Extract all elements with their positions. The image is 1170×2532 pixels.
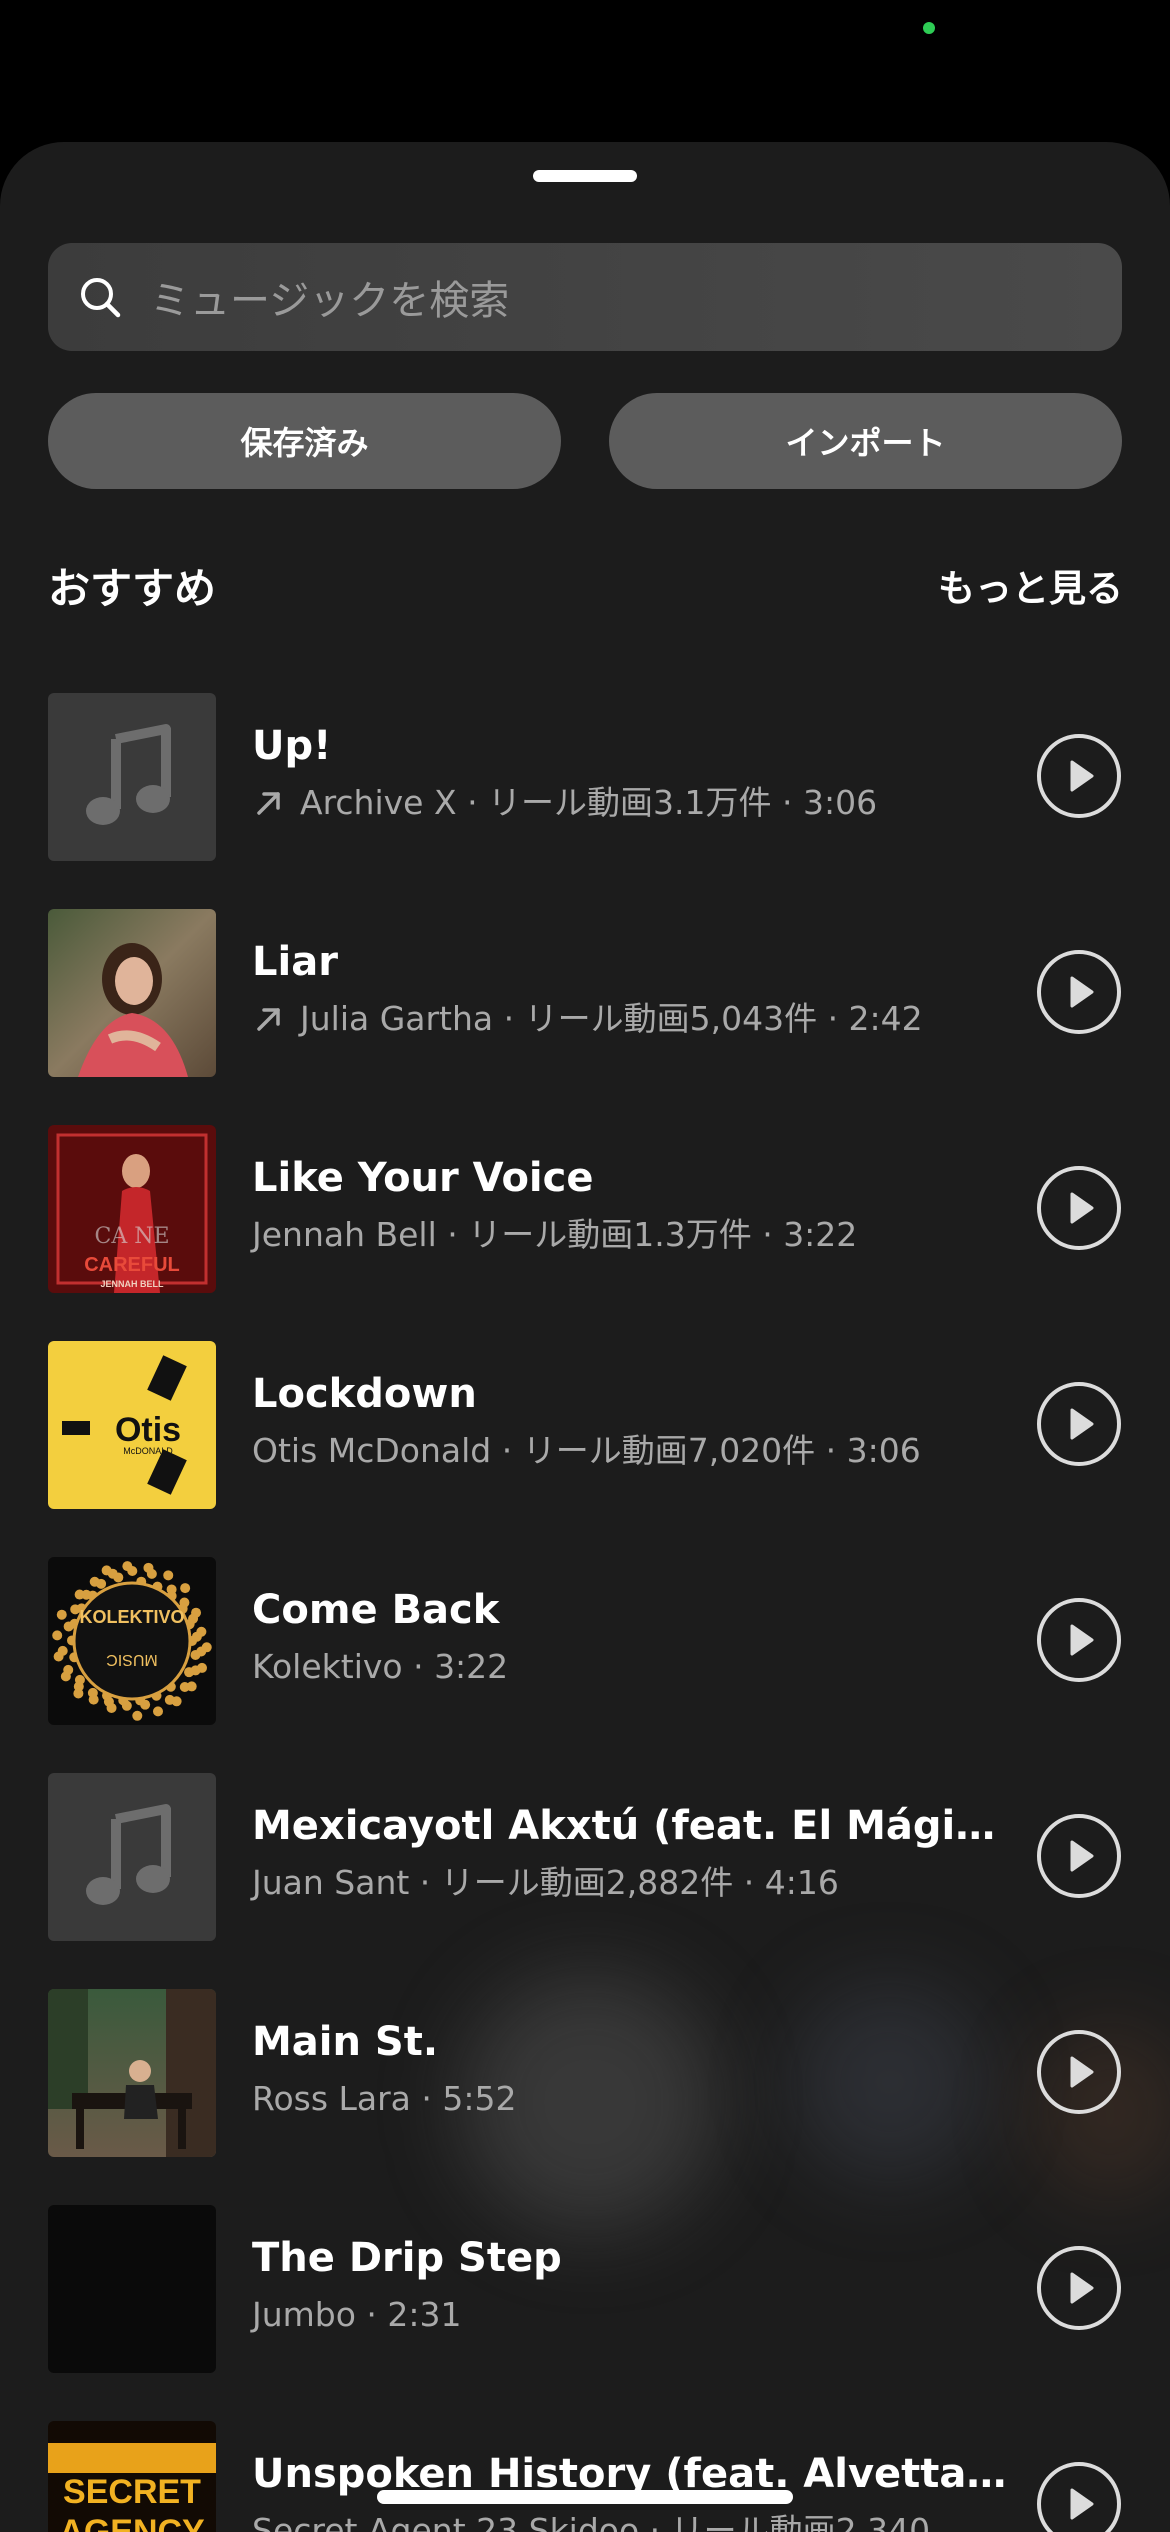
album-art: KOLEKTIVO MUSIC xyxy=(48,1557,216,1725)
album-art xyxy=(48,1989,216,2157)
track-meta-text: Secret Agent 23 Skidoo · リール動画2,340 xyxy=(252,2511,931,2532)
track-meta-text: Kolektivo · 3:22 xyxy=(252,1647,509,1686)
search-icon xyxy=(81,278,121,318)
album-art xyxy=(48,2205,216,2373)
home-indicator xyxy=(377,2490,793,2504)
track-row[interactable]: Liar Julia Gartha · リール動画5,043件 · 2:42 xyxy=(0,909,1170,1077)
search-input[interactable]: ミュージックを検索 xyxy=(48,243,1122,351)
play-preview-icon[interactable] xyxy=(1036,1165,1122,1251)
see-more-link[interactable]: もっと見る xyxy=(938,564,1123,614)
track-title: Come Back xyxy=(252,1587,500,1633)
play-preview-icon[interactable] xyxy=(1036,949,1122,1035)
svg-text:CA NE: CA NE xyxy=(94,1224,169,1249)
camera-indicator-dot xyxy=(923,22,935,34)
track-meta: Juan Sant · リール動画2,882件 · 4:16 xyxy=(252,1861,839,1905)
album-art: SECRET AGENCY xyxy=(48,2421,216,2532)
track-meta-text: Julia Gartha · リール動画5,043件 · 2:42 xyxy=(300,999,923,1038)
track-title: Mexicayotl Akxtú (feat. El Mágico)... xyxy=(252,1803,1012,1849)
svg-text:AGENCY: AGENCY xyxy=(59,2513,205,2532)
track-meta: Julia Gartha · リール動画5,043件 · 2:42 xyxy=(252,997,923,1041)
trending-arrow-icon xyxy=(257,1008,280,1031)
album-art-image: SECRET AGENCY xyxy=(48,2421,216,2532)
track-title: Like Your Voice xyxy=(252,1155,594,1201)
album-art-image: KOLEKTIVO MUSIC xyxy=(48,1557,216,1725)
sheet-grabber[interactable] xyxy=(533,170,637,182)
play-preview-icon[interactable] xyxy=(1036,1813,1122,1899)
play-preview-icon[interactable] xyxy=(1036,2461,1122,2532)
play-preview-icon[interactable] xyxy=(1036,733,1122,819)
track-meta-text: Archive X · リール動画3.1万件 · 3:06 xyxy=(300,783,878,822)
album-art-image xyxy=(48,1989,216,2157)
album-art: Otis McDONALD xyxy=(48,1341,216,1509)
album-art xyxy=(48,693,216,861)
svg-text:Otis: Otis xyxy=(115,1411,181,1449)
svg-text:MUSIC: MUSIC xyxy=(106,1651,158,1668)
album-art-image: CA NE CAREFUL JENNAH BELL xyxy=(48,1125,216,1293)
track-meta-text: Ross Lara · 5:52 xyxy=(252,2079,517,2118)
saved-button[interactable]: 保存済み xyxy=(48,393,561,489)
track-meta: Jumbo · 2:31 xyxy=(252,2293,462,2337)
svg-text:McDONALD: McDONALD xyxy=(123,1446,173,1456)
track-title: Lockdown xyxy=(252,1371,477,1417)
trending-arrow-icon xyxy=(257,792,280,815)
track-meta: Kolektivo · 3:22 xyxy=(252,1645,508,1689)
search-placeholder: ミュージックを検索 xyxy=(150,278,510,324)
track-title: Main St. xyxy=(252,2019,439,2065)
section-title: おすすめ xyxy=(48,564,217,613)
album-art-image xyxy=(48,2205,216,2373)
svg-text:SECRET: SECRET xyxy=(63,2473,201,2511)
play-preview-icon[interactable] xyxy=(1036,1597,1122,1683)
track-meta-text: Juan Sant · リール動画2,882件 · 4:16 xyxy=(252,1863,839,1902)
track-row[interactable]: Otis McDONALD Lockdown Otis McDonald · リール… xyxy=(0,1341,1170,1509)
track-row[interactable]: Mexicayotl Akxtú (feat. El Mágico)... Jua… xyxy=(0,1773,1170,1941)
album-art-image xyxy=(48,693,216,861)
album-art-image xyxy=(48,909,216,1077)
track-row[interactable]: Up! Archive X · リール動画3.1万件 · 3:06 xyxy=(0,693,1170,861)
track-title: The Drip Step xyxy=(252,2235,562,2281)
album-art-image xyxy=(48,1773,216,1941)
track-row[interactable]: Main St. Ross Lara · 5:52 xyxy=(0,1989,1170,2157)
track-row[interactable]: SECRET AGENCY Unspoken History (feat. Alv… xyxy=(0,2421,1170,2532)
album-art: CA NE CAREFUL JENNAH BELL xyxy=(48,1125,216,1293)
music-picker-sheet: ミュージックを検索 保存済み インポート おすすめ もっと見る Up! Arch… xyxy=(0,142,1170,2532)
track-meta: Ross Lara · 5:52 xyxy=(252,2077,516,2121)
svg-text:JENNAH BELL: JENNAH BELL xyxy=(100,1279,164,1289)
album-art xyxy=(48,909,216,1077)
svg-text:KOLEKTIVO: KOLEKTIVO xyxy=(79,1607,184,1627)
play-preview-icon[interactable] xyxy=(1036,1381,1122,1467)
track-meta: Archive X · リール動画3.1万件 · 3:06 xyxy=(252,781,877,825)
track-title: Up! xyxy=(252,723,332,769)
album-art xyxy=(48,1773,216,1941)
import-button[interactable]: インポート xyxy=(609,393,1122,489)
play-preview-icon[interactable] xyxy=(1036,2245,1122,2331)
svg-text:CAREFUL: CAREFUL xyxy=(84,1254,180,1276)
album-art-image: Otis McDONALD xyxy=(48,1341,216,1509)
track-row[interactable]: The Drip Step Jumbo · 2:31 xyxy=(0,2205,1170,2373)
track-meta-text: Jumbo · 2:31 xyxy=(252,2295,462,2334)
track-meta-text: Jennah Bell · リール動画1.3万件 · 3:22 xyxy=(252,1215,858,1254)
play-preview-icon[interactable] xyxy=(1036,2029,1122,2115)
track-row[interactable]: CA NE CAREFUL JENNAH BELL Like Your Voice… xyxy=(0,1125,1170,1293)
track-meta: Otis McDonald · リール動画7,020件 · 3:06 xyxy=(252,1429,921,1473)
track-title: Liar xyxy=(252,939,338,985)
track-row[interactable]: KOLEKTIVO MUSIC Come Back Kolektivo · 3:22 xyxy=(0,1557,1170,1725)
track-meta-text: Otis McDonald · リール動画7,020件 · 3:06 xyxy=(252,1431,921,1470)
track-meta: Secret Agent 23 Skidoo · リール動画2,340 xyxy=(252,2509,930,2532)
track-meta: Jennah Bell · リール動画1.3万件 · 3:22 xyxy=(252,1213,857,1257)
